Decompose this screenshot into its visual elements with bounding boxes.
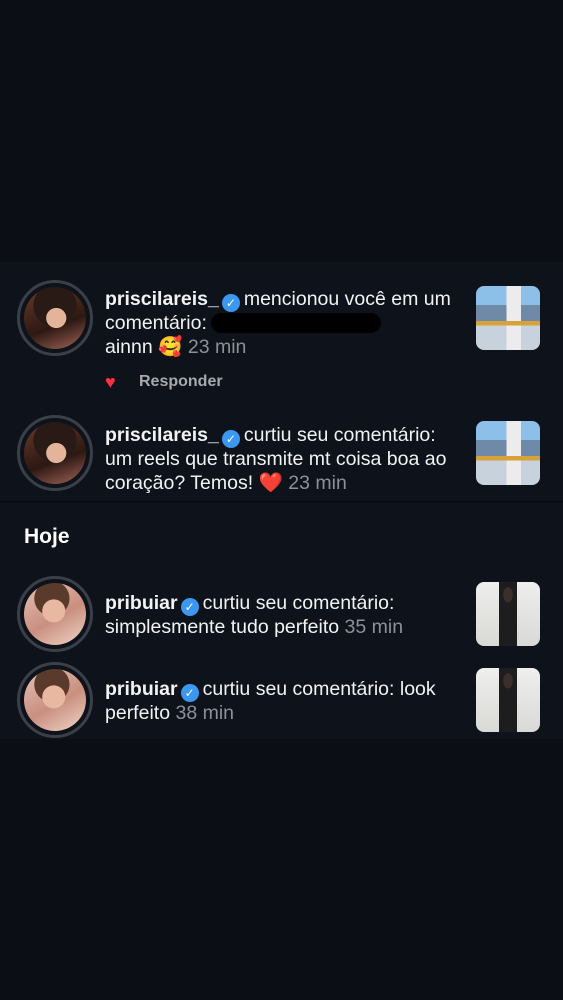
notification-mention[interactable]: priscilareis_ ✓ mencionou você em um comen…: [0, 280, 563, 390]
post-thumbnail[interactable]: [476, 421, 540, 485]
section-title-today: Hoje: [24, 525, 70, 548]
notification-action: curtiu seu comentário:: [202, 678, 395, 700]
smiling-face-hearts-emoji: 🥰: [158, 335, 183, 358]
avatar[interactable]: [17, 576, 93, 652]
avatar[interactable]: [17, 662, 93, 738]
post-thumbnail[interactable]: [476, 286, 540, 350]
timestamp: 23 min: [187, 336, 247, 358]
reply-button[interactable]: Responder: [139, 373, 223, 391]
comment-text: ainnn: [105, 336, 153, 358]
verified-badge-icon: ✓: [180, 598, 199, 616]
reply-row: ♥ Responder: [105, 372, 223, 392]
notification-like[interactable]: priscilareis_ ✓ curtiu seu comentário: um …: [0, 415, 563, 495]
notification-text: pribuiar ✓ curtiu seu comentário: simplesm…: [105, 592, 465, 639]
notification-like[interactable]: pribuiar ✓ curtiu seu comentário: look per…: [0, 662, 563, 738]
notification-like[interactable]: pribuiar ✓ curtiu seu comentário: simplesm…: [0, 576, 563, 652]
red-heart-emoji: ❤️: [258, 471, 283, 494]
verified-badge-icon: ✓: [221, 430, 240, 448]
verified-badge-icon: ✓: [221, 294, 240, 312]
comment-text: simplesmente tudo perfeito: [105, 616, 340, 638]
username[interactable]: pribuiar: [105, 678, 178, 700]
timestamp: 38 min: [175, 702, 234, 724]
notification-action: curtiu seu comentário:: [243, 424, 436, 446]
redacted-comment-block: [210, 313, 381, 333]
notification-text: pribuiar ✓ curtiu seu comentário: look per…: [105, 678, 465, 725]
notification-text: priscilareis_ ✓ mencionou você em um comen…: [105, 288, 465, 359]
heart-icon[interactable]: ♥: [105, 373, 123, 391]
username[interactable]: priscilareis_: [105, 424, 219, 446]
post-thumbnail[interactable]: [476, 668, 540, 732]
notification-text: priscilareis_ ✓ curtiu seu comentário: um …: [105, 424, 465, 495]
avatar[interactable]: [17, 415, 93, 491]
post-thumbnail[interactable]: [476, 582, 540, 646]
notification-action: curtiu seu comentário:: [202, 592, 395, 614]
username[interactable]: pribuiar: [105, 592, 178, 614]
timestamp: 23 min: [288, 472, 347, 494]
timestamp: 35 min: [344, 616, 404, 638]
verified-badge-icon: ✓: [180, 684, 199, 702]
avatar[interactable]: [17, 280, 93, 356]
username[interactable]: priscilareis_: [105, 288, 219, 310]
